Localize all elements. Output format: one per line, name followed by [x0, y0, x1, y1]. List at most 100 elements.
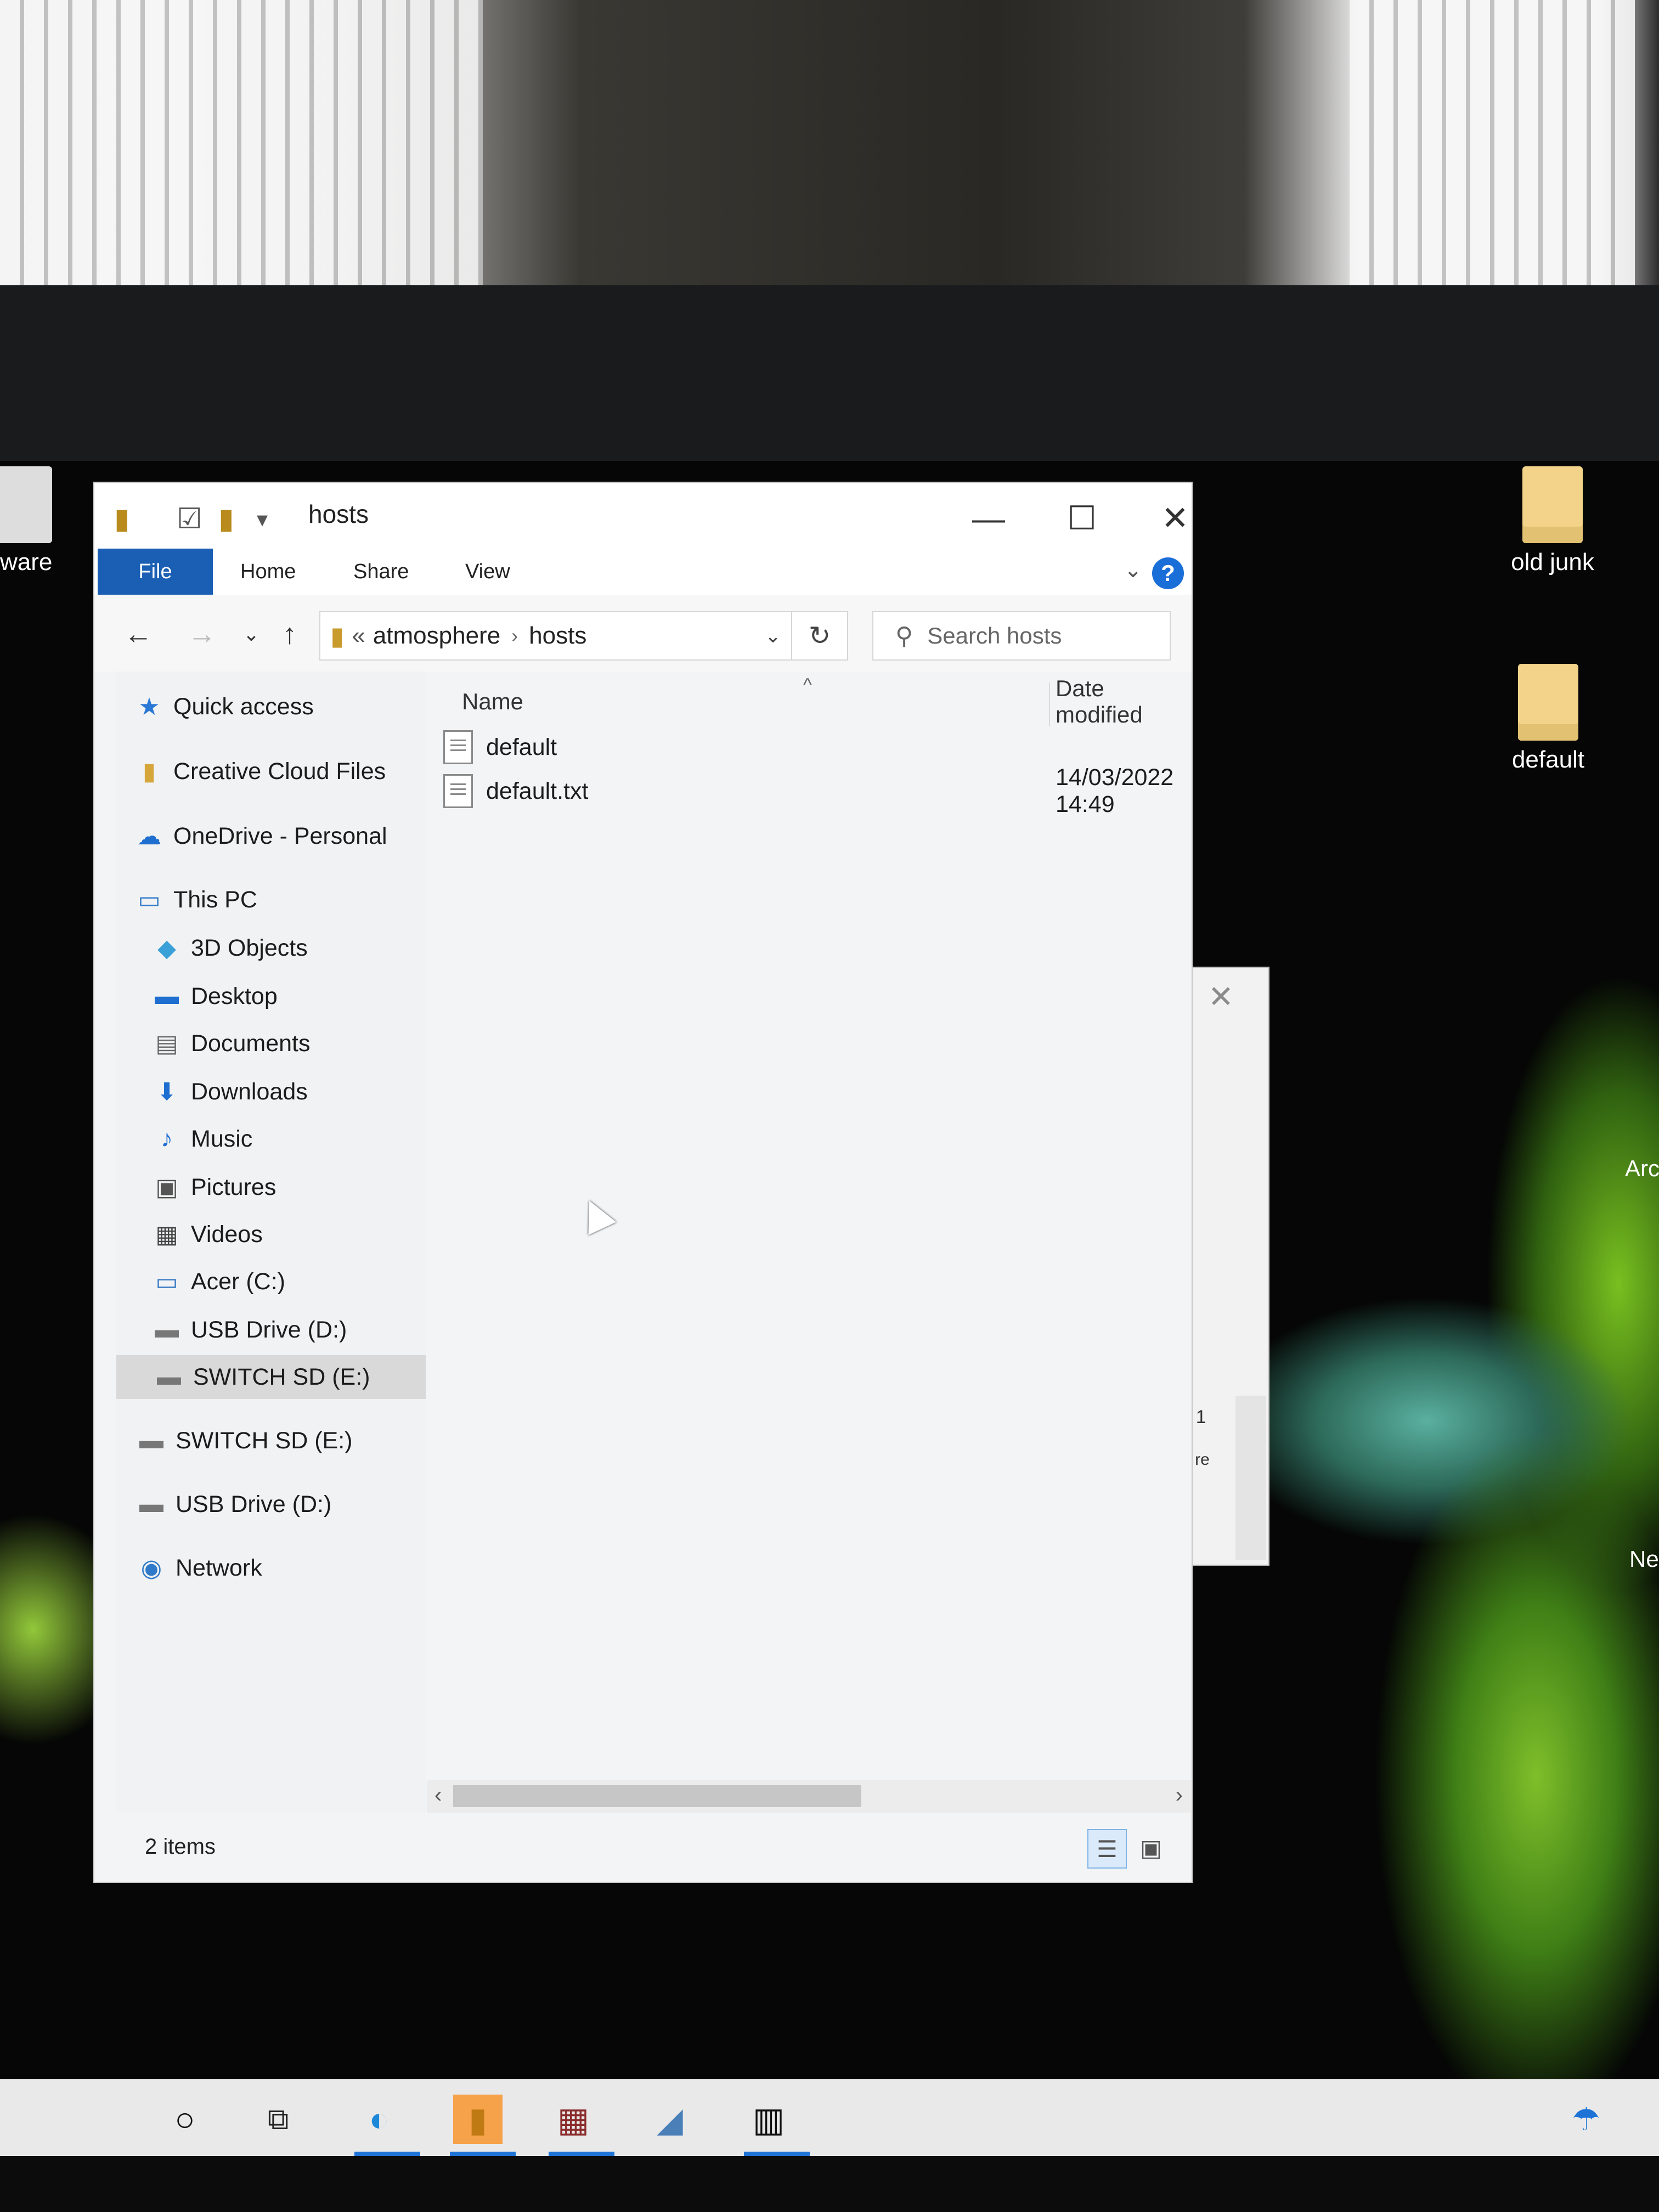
nav-item-label: Acer (C:) — [191, 1268, 285, 1295]
close-icon[interactable]: ✕ — [1208, 979, 1234, 1015]
taskbar — [0, 2079, 1659, 2156]
ribbon-tabs: File Home Share View ⌄ ? — [94, 549, 1192, 596]
edge-browser-icon[interactable]: ◐ — [354, 2095, 404, 2144]
forward-button[interactable]: → — [180, 612, 224, 656]
column-header-date-modified[interactable]: Date modified — [1056, 672, 1190, 732]
nav-item-videos[interactable]: ▦ Videos — [150, 1212, 263, 1256]
folder-icon — [1518, 664, 1578, 741]
nav-item-creative-cloud[interactable]: ▮ Creative Cloud Files — [133, 749, 386, 793]
address-overflow[interactable]: « — [352, 622, 365, 650]
file-row[interactable]: default — [427, 725, 1190, 769]
desktop-edge-label: Ne — [1629, 1546, 1659, 1572]
nav-item-label: Creative Cloud Files — [173, 758, 386, 785]
winrar-icon[interactable]: ▦ — [549, 2095, 598, 2144]
taskbar-active-indicator — [450, 2152, 516, 2156]
nav-item-label: SWITCH SD (E:) — [176, 1427, 353, 1454]
address-dropdown-icon[interactable]: ⌄ — [765, 624, 781, 647]
desktop-icon-label: default — [1511, 746, 1585, 773]
nav-item-label: Network — [176, 1554, 262, 1581]
nav-item-acer-c[interactable]: ▭ Acer (C:) — [150, 1260, 285, 1304]
nav-item-label: USB Drive (D:) — [191, 1316, 347, 1343]
scroll-right-icon[interactable]: › — [1176, 1783, 1183, 1808]
scroll-left-icon[interactable]: ‹ — [435, 1783, 442, 1808]
pictures-icon: ▣ — [155, 1173, 178, 1201]
properties-icon[interactable]: ☑ — [177, 503, 202, 535]
nav-item-quick-access[interactable]: ★ Quick access — [133, 685, 314, 729]
title-bar: ▮ ☑ ▮ ▾ hosts — ☐ ✕ — [94, 483, 1192, 549]
nav-item-switch-sd-selected[interactable]: ▬ SWITCH SD (E:) — [116, 1355, 426, 1399]
nav-item-3d-objects[interactable]: ◆ 3D Objects — [150, 926, 308, 970]
file-name: default — [486, 733, 557, 760]
help-button[interactable]: ? — [1152, 557, 1184, 589]
usb-drive-icon: ▬ — [157, 1363, 181, 1390]
minimize-button[interactable]: — — [950, 494, 1027, 543]
task-view-icon[interactable]: ⧉ — [253, 2095, 303, 2144]
nav-item-documents[interactable]: ▤ Documents — [150, 1022, 310, 1065]
nav-item-music[interactable]: ♪ Music — [150, 1117, 252, 1161]
maximize-button[interactable]: ☐ — [1043, 494, 1120, 543]
nav-item-usb-drive[interactable]: ▬ USB Drive (D:) — [135, 1482, 331, 1526]
taskbar-active-indicator — [549, 2152, 614, 2156]
file-explorer-window: ▮ ☑ ▮ ▾ hosts — ☐ ✕ File Home Share View… — [94, 483, 1192, 1882]
search-input[interactable]: Search hosts — [927, 623, 1062, 649]
search-circle-icon[interactable]: ○ — [160, 2095, 210, 2144]
folder-icon — [1522, 466, 1583, 543]
window-blinds-left — [0, 0, 483, 285]
horizontal-scrollbar[interactable]: ‹ › — [427, 1780, 1190, 1813]
expand-ribbon-icon[interactable]: ⌄ — [1124, 557, 1142, 583]
breadcrumb-atmosphere[interactable]: atmosphere — [373, 622, 500, 650]
nav-item-label: Videos — [191, 1221, 263, 1248]
desktop-icon-label: old junk — [1511, 549, 1594, 575]
scroll-thumb[interactable] — [453, 1785, 861, 1807]
tab-file[interactable]: File — [98, 549, 213, 595]
star-icon: ★ — [138, 693, 160, 720]
breadcrumb-hosts[interactable]: hosts — [529, 622, 586, 650]
breadcrumb-separator[interactable]: › — [511, 624, 518, 647]
dialog-scrollbar[interactable] — [1235, 1396, 1266, 1560]
details-view-button[interactable]: ☰ — [1087, 1829, 1127, 1869]
weather-umbrella-icon[interactable]: ☂ — [1561, 2095, 1611, 2144]
nav-item-usb-d[interactable]: ▬ USB Drive (D:) — [150, 1308, 347, 1352]
column-header-name[interactable]: Name — [462, 672, 523, 732]
cube-icon: ◆ — [157, 934, 176, 962]
desktop-icon-old-junk[interactable]: old junk — [1498, 466, 1607, 576]
cc-folder-icon: ▮ — [142, 758, 156, 785]
usb-drive-icon: ▬ — [139, 1427, 163, 1454]
file-explorer-taskbar-icon[interactable]: ▮ — [453, 2095, 503, 2144]
customize-qat-icon[interactable]: ▾ — [257, 507, 268, 532]
nav-item-label: SWITCH SD (E:) — [193, 1363, 370, 1390]
nav-item-switch-sd[interactable]: ▬ SWITCH SD (E:) — [135, 1419, 352, 1463]
nav-item-onedrive[interactable]: ☁ OneDrive - Personal — [133, 814, 387, 858]
close-button[interactable]: ✕ — [1137, 494, 1214, 543]
nav-item-network[interactable]: ◉ Network — [135, 1546, 262, 1590]
large-icons-view-button[interactable]: ▣ — [1132, 1829, 1170, 1866]
nav-item-label: 3D Objects — [191, 934, 308, 961]
nav-item-desktop[interactable]: ▬ Desktop — [150, 974, 278, 1018]
tab-share[interactable]: Share — [353, 549, 409, 595]
tab-home[interactable]: Home — [240, 549, 296, 595]
up-button[interactable]: ↑ — [268, 612, 312, 656]
nav-item-label: Pictures — [191, 1173, 276, 1200]
nintendo-switch-icon[interactable]: ▥ — [744, 2095, 793, 2144]
back-button[interactable]: ← — [116, 612, 160, 656]
sort-ascending-icon: ^ — [803, 675, 812, 696]
desktop-icon-left[interactable]: ware — [0, 466, 77, 576]
nav-item-pictures[interactable]: ▣ Pictures — [150, 1165, 276, 1209]
new-folder-icon[interactable]: ▮ — [218, 503, 234, 535]
desktop-icon-default[interactable]: default — [1493, 664, 1603, 774]
nav-item-label: Music — [191, 1125, 253, 1152]
recent-locations-button[interactable]: ⌄ — [229, 612, 273, 656]
pc-icon: ▭ — [138, 886, 161, 913]
nav-item-label: Quick access — [173, 693, 314, 720]
tab-view[interactable]: View — [465, 549, 510, 595]
refresh-button[interactable]: ↻ — [791, 612, 847, 659]
app-icon[interactable]: ◢ — [645, 2095, 695, 2144]
nav-item-downloads[interactable]: ⬇ Downloads — [150, 1070, 308, 1114]
navigation-bar: ← → ⌄ ↑ ▮ « atmosphere › hosts ⌄ ↻ ⚲ Sea… — [94, 595, 1192, 672]
column-divider[interactable] — [1049, 682, 1050, 726]
search-box[interactable]: ⚲ Search hosts — [872, 611, 1171, 661]
nav-item-this-pc[interactable]: ▭ This PC — [133, 878, 257, 922]
text-file-icon — [443, 730, 473, 764]
file-row[interactable]: default.txt 14/03/2022 14:49 — [427, 764, 1190, 817]
address-bar[interactable]: ▮ « atmosphere › hosts ⌄ ↻ — [319, 611, 848, 661]
